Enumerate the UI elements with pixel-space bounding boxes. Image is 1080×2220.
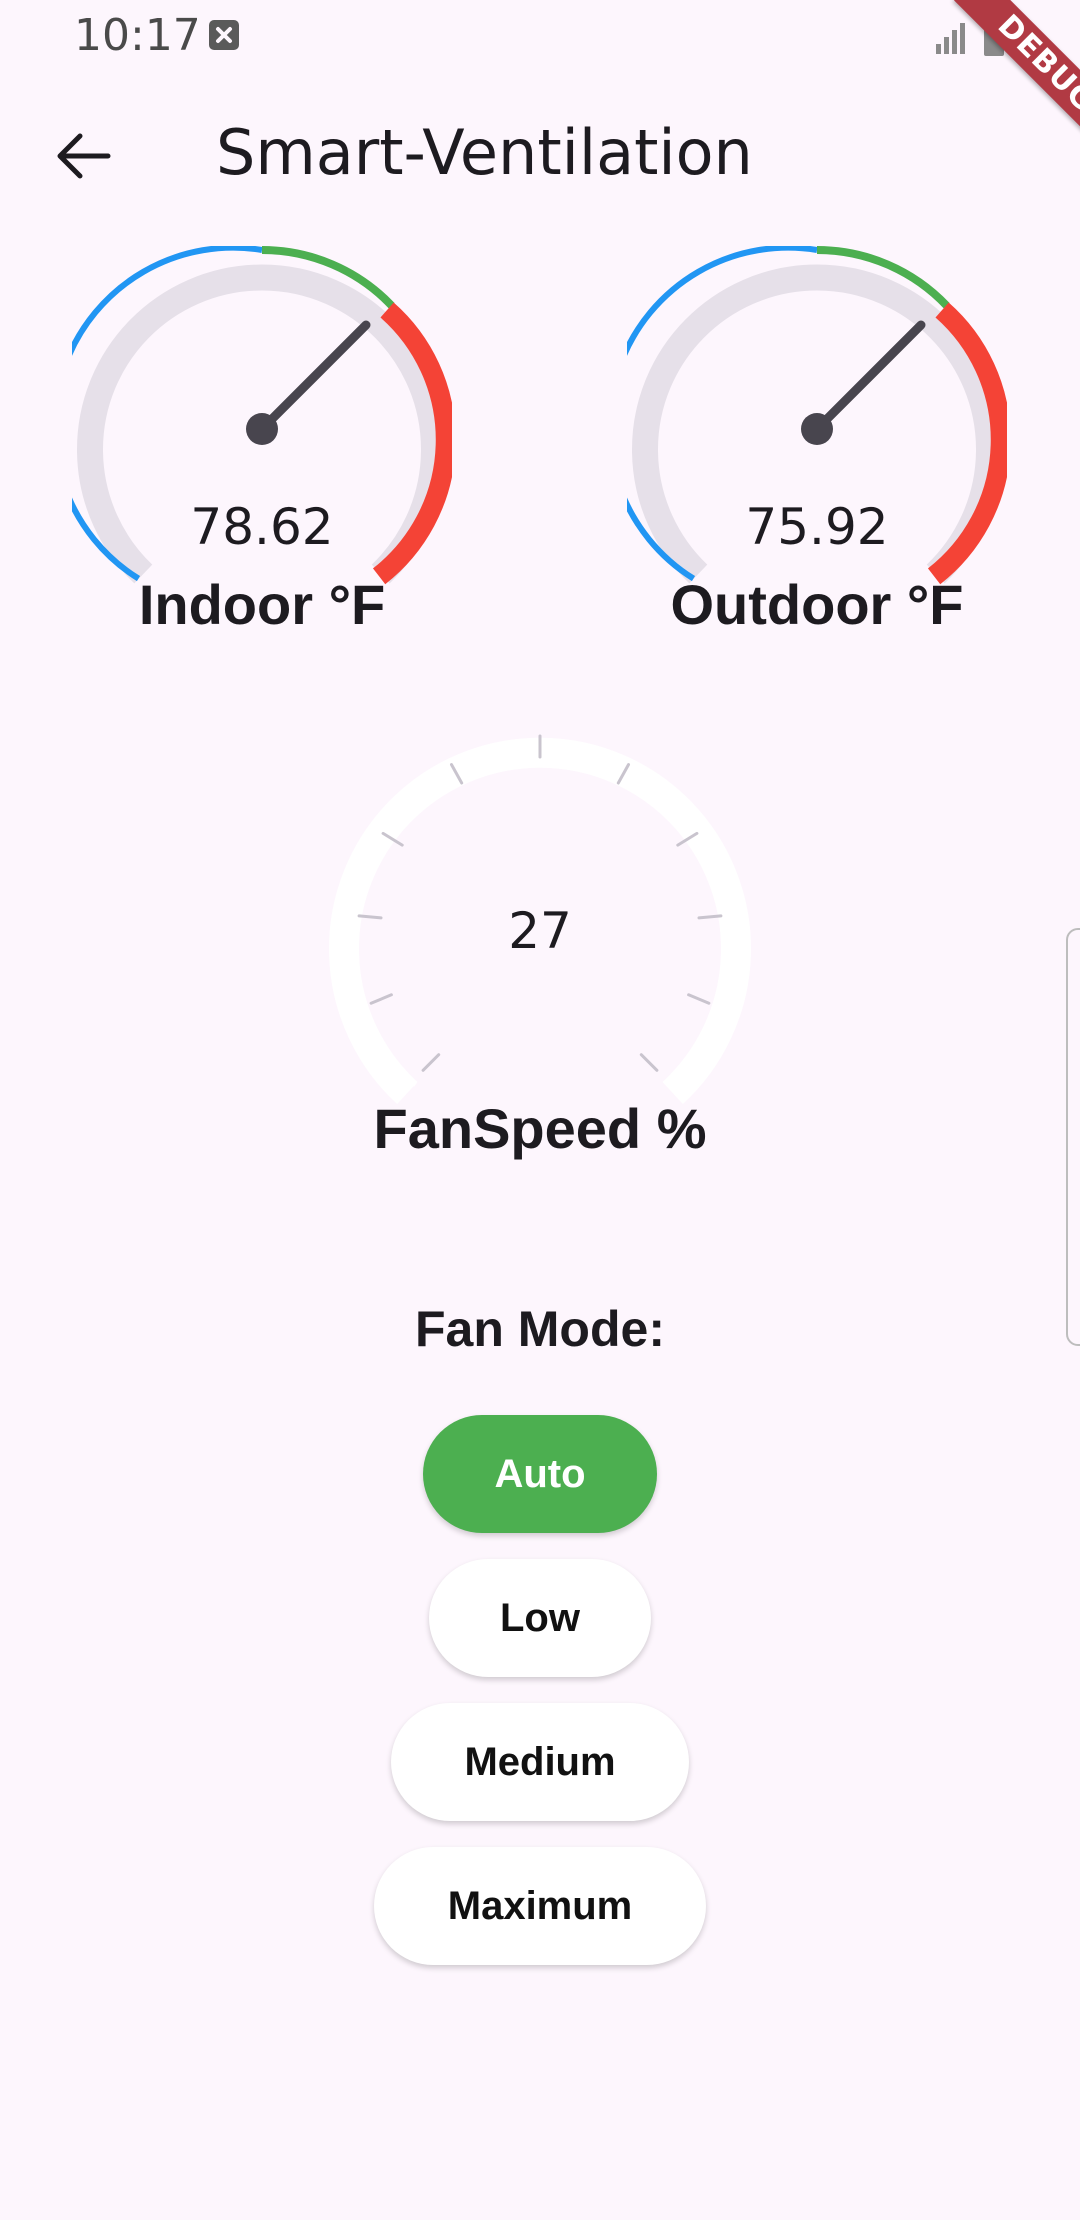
outdoor-temperature-value: 75.92 <box>745 498 889 556</box>
outdoor-temperature-label: Outdoor °F <box>670 573 964 636</box>
fan-mode-maximum-button[interactable]: Maximum <box>374 1847 706 1965</box>
edge-panel-handle[interactable] <box>1066 928 1080 1346</box>
fan-mode-auto-button[interactable]: Auto <box>423 1415 657 1533</box>
arrow-back-icon <box>57 133 111 179</box>
fan-speed-value: 27 <box>508 902 572 960</box>
page-title: Smart-Ventilation <box>216 116 753 189</box>
back-button[interactable] <box>48 120 120 192</box>
fan-speed-label: FanSpeed % <box>373 1097 707 1160</box>
outdoor-gauge-needle <box>812 320 926 434</box>
indoor-temperature-value: 78.62 <box>190 498 334 556</box>
fan-mode-medium-button[interactable]: Medium <box>391 1703 689 1821</box>
indoor-gauge-needle <box>257 320 371 434</box>
indoor-temperature-gauge: 78.62 Indoor °F <box>72 246 452 646</box>
app-bar: Smart-Ventilation <box>0 96 1080 216</box>
outdoor-temperature-gauge: 75.92 Outdoor °F <box>627 246 1007 646</box>
status-bar: 10:17 <box>0 0 1080 76</box>
outdoor-gauge-pivot <box>801 413 833 445</box>
indoor-gauge-pivot <box>246 413 278 445</box>
indoor-temperature-label: Indoor °F <box>138 573 386 636</box>
status-time: 10:17 <box>74 10 201 61</box>
fan-mode-heading: Fan Mode: <box>415 1301 665 1357</box>
close-box-icon <box>209 20 239 50</box>
fan-speed-gauge: 27 FanSpeed % <box>320 716 760 1176</box>
fan-mode-low-button[interactable]: Low <box>429 1559 651 1677</box>
